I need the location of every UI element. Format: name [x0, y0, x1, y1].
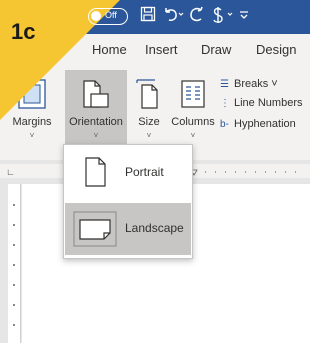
spelling-icon[interactable] — [210, 6, 234, 24]
save-icon[interactable] — [140, 6, 156, 22]
columns-label: Columns — [171, 116, 215, 128]
ruler-tick — [13, 264, 15, 266]
autosave-toggle[interactable]: Off — [88, 8, 128, 25]
size-label: Size — [138, 116, 160, 128]
tab-selector[interactable]: ∟ — [6, 167, 16, 177]
undo-icon[interactable] — [162, 6, 184, 24]
redo-icon[interactable] — [188, 6, 206, 24]
ruler-tick — [13, 204, 15, 206]
breaks-button[interactable]: ☰ Breaks ˅ — [220, 78, 278, 90]
ruler-tick — [13, 284, 15, 286]
hyphenation-icon: b- — [220, 119, 229, 130]
tab-insert[interactable]: Insert — [145, 42, 178, 57]
hyphenation-button[interactable]: b- Hyphenation — [220, 118, 296, 130]
chevron-down-icon: ˅ — [93, 131, 99, 140]
menu-item-portrait[interactable]: Portrait — [65, 147, 191, 199]
autosave-state: Off — [105, 10, 117, 20]
toggle-knob — [91, 11, 101, 21]
portrait-icon — [85, 157, 106, 187]
size-button[interactable]: Size ˅ — [130, 70, 168, 150]
menu-item-landscape[interactable]: Landscape — [65, 203, 191, 255]
breaks-label: Breaks ˅ — [234, 78, 278, 90]
vertical-ruler[interactable] — [8, 184, 21, 343]
line-numbers-icon: ⋮ — [220, 98, 230, 109]
tab-draw[interactable]: Draw — [201, 42, 231, 57]
ruler-tick — [13, 244, 15, 246]
ruler-tick — [13, 304, 15, 306]
chevron-down-icon: ˅ — [146, 131, 152, 140]
line-numbers-label: Line Numbers — [234, 97, 303, 109]
customize-icon[interactable] — [238, 6, 250, 24]
landscape-icon — [73, 211, 117, 247]
step-label: 1c — [11, 19, 36, 44]
ruler-ticks — [190, 169, 296, 176]
landscape-label: Landscape — [125, 221, 184, 235]
size-icon — [136, 79, 158, 109]
columns-icon — [181, 80, 205, 108]
portrait-label: Portrait — [125, 165, 164, 179]
tab-design[interactable]: Design — [256, 42, 296, 57]
line-numbers-button[interactable]: ⋮ Line Numbers — [220, 97, 302, 109]
chevron-down-icon: ˅ — [29, 131, 35, 140]
orientation-menu: Portrait Landscape — [63, 144, 193, 259]
columns-button[interactable]: Columns ˅ — [168, 70, 218, 150]
breaks-icon: ☰ — [220, 79, 229, 90]
hyphenation-label: Hyphenation — [234, 118, 296, 130]
ruler-tick — [13, 224, 15, 226]
ruler-tick — [13, 324, 15, 326]
chevron-down-icon: ˅ — [190, 131, 196, 140]
